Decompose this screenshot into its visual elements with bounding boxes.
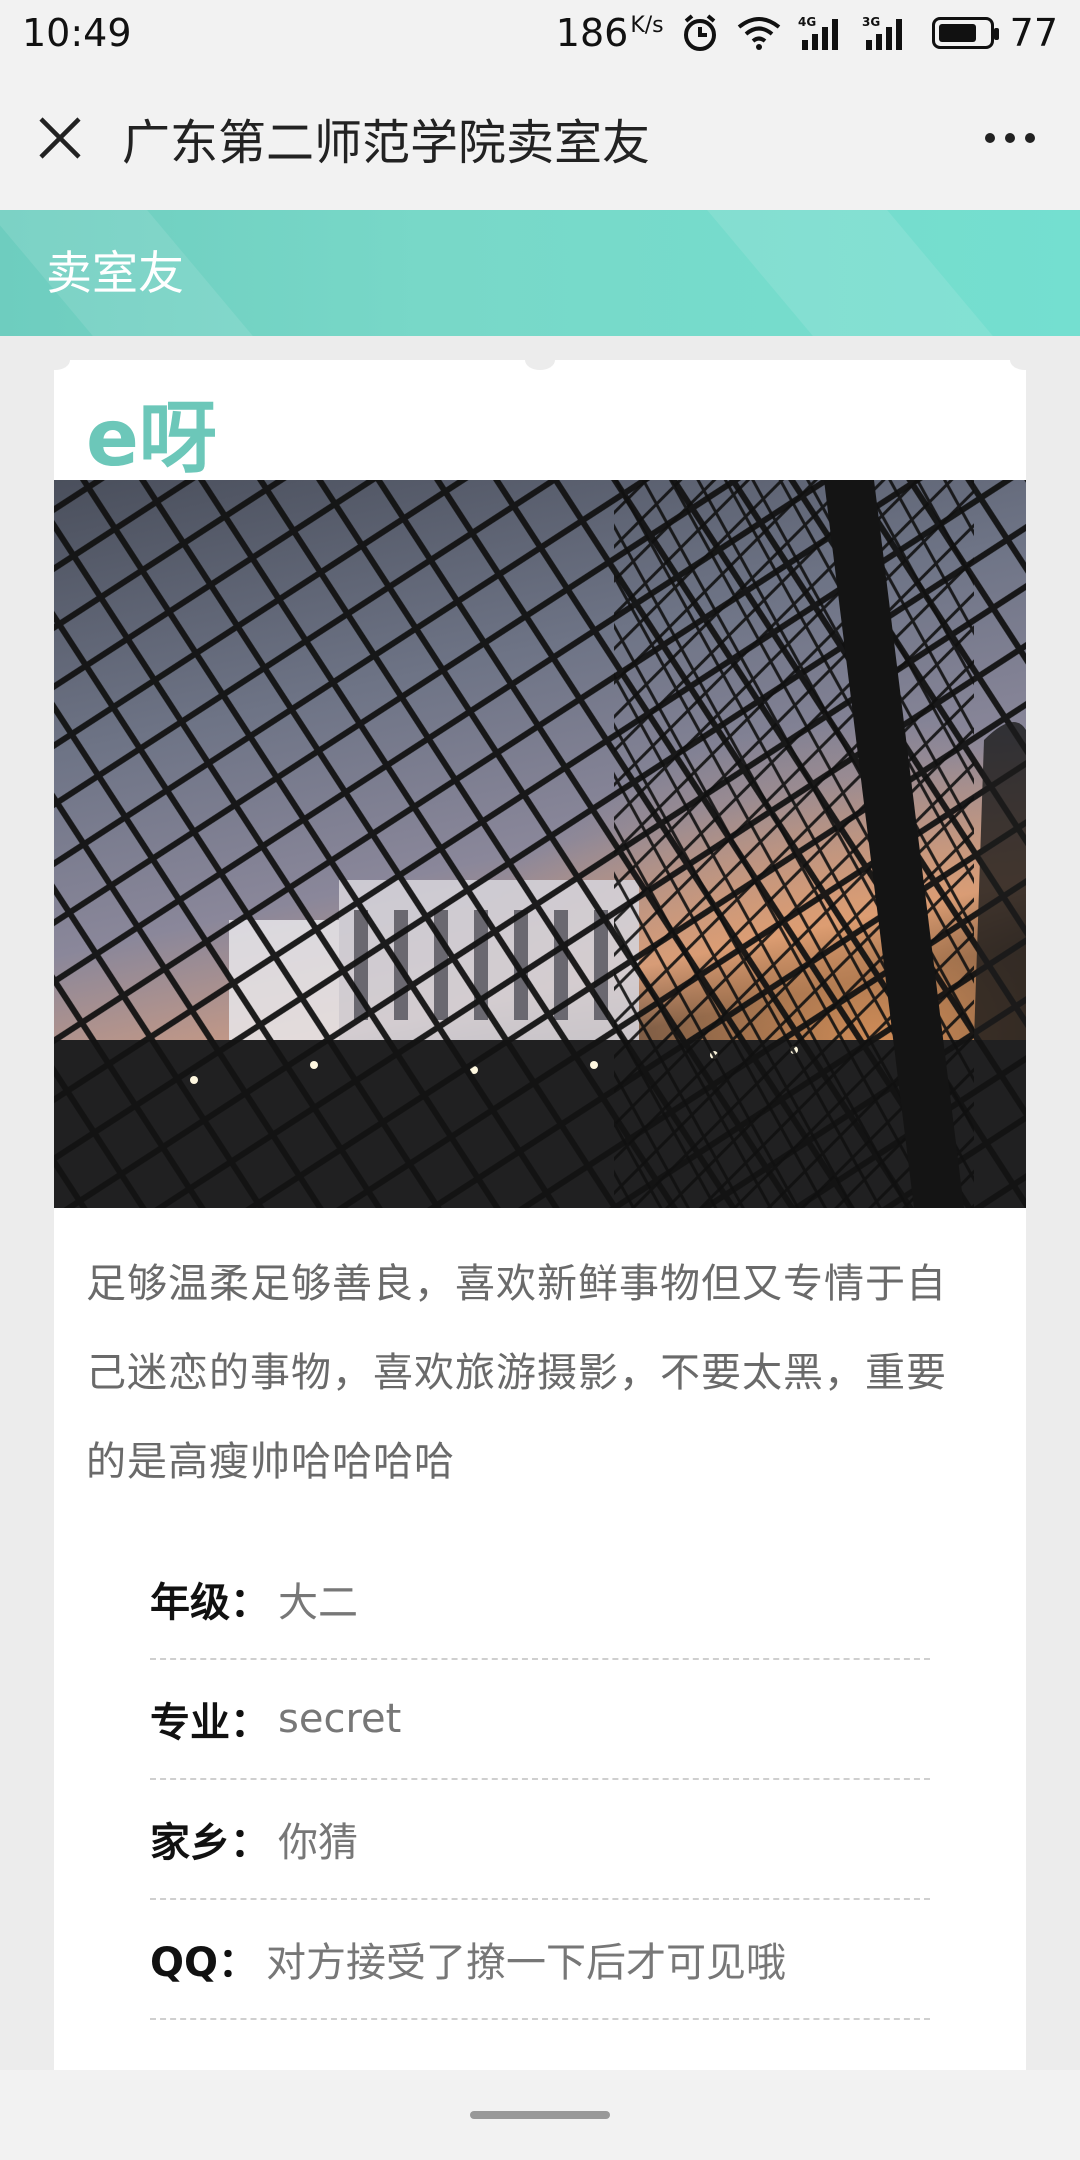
description-line: 足够温柔足够善良，喜欢新鲜事物但又专情于自 [86, 1261, 947, 1307]
info-label: 专业： [150, 1700, 270, 1746]
card-notch [525, 350, 555, 370]
status-bar: 10:49 186K/s 4G 3G 77 [0, 0, 1080, 66]
system-nav-bar [0, 2070, 1080, 2160]
close-icon [39, 117, 81, 159]
more-button[interactable] [970, 108, 1050, 168]
page-title: 广东第二师范学院卖室友 [122, 115, 651, 171]
close-button[interactable] [30, 108, 90, 168]
card-notch [1010, 350, 1040, 370]
banner-title: 卖室友 [46, 246, 184, 300]
info-value: 对方接受了撩一下后才可见哦 [266, 1940, 787, 1986]
status-icons: 186K/s 4G 3G 77 [556, 11, 1058, 55]
info-row-hometown: 家乡： 你猜 [150, 1780, 930, 1900]
status-time: 10:49 [22, 11, 132, 55]
more-dot [1005, 133, 1015, 143]
info-row-major: 专业： secret [150, 1660, 930, 1780]
signal-3g-icon: 3G [862, 14, 910, 52]
battery-percent: 77 [1009, 11, 1058, 55]
card-notch [40, 350, 70, 370]
info-row-grade: 年级： 大二 [150, 1540, 930, 1660]
description-line: 的是高瘦帅哈哈哈哈 [86, 1439, 455, 1485]
app-header: 广东第二师范学院卖室友 [0, 66, 1080, 210]
profile-photo[interactable] [54, 480, 1026, 1208]
more-dot [1025, 133, 1035, 143]
profile-description: 足够温柔足够善良，喜欢新鲜事物但又专情于自 己迷恋的事物，喜欢旅游摄影，不要太黑… [86, 1240, 996, 1507]
info-label: 年级： [150, 1580, 270, 1626]
info-row-qq: QQ： 对方接受了撩一下后才可见哦 [150, 1900, 930, 2020]
profile-info-list: 年级： 大二 专业： secret 家乡： 你猜 QQ： 对方接受了撩一下后才可… [150, 1540, 930, 2020]
wifi-icon [736, 15, 782, 51]
chain-link-fence-sunset-photo [54, 480, 1026, 1208]
net-speed-unit: K/s [630, 13, 664, 39]
network-4g-label: 4G [798, 15, 816, 29]
banner-stripe [707, 210, 993, 336]
info-label: QQ： [150, 1940, 259, 1986]
battery-icon [931, 17, 999, 49]
alarm-icon [680, 13, 720, 53]
more-dots-icon [985, 133, 995, 143]
network-3g-label: 3G [862, 15, 880, 29]
description-line: 己迷恋的事物，喜欢旅游摄影，不要太黑，重要 [86, 1350, 947, 1396]
info-value: 你猜 [278, 1820, 358, 1866]
signal-4g-icon: 4G [798, 14, 846, 52]
section-banner: 卖室友 [0, 210, 1080, 336]
info-value: 大二 [278, 1580, 358, 1626]
info-value: secret [278, 1696, 402, 1742]
net-speed-value: 186 [555, 11, 629, 55]
home-indicator[interactable] [470, 2111, 610, 2119]
battery-fill [938, 24, 976, 42]
info-label: 家乡： [150, 1820, 270, 1866]
profile-card: e呀 足够温柔足够善良，喜欢新鲜事物但又专情于自 己迷恋的事物，喜欢旅游摄影，不… [40, 350, 1040, 2070]
net-speed: 186K/s [556, 11, 664, 55]
profile-name: e呀 [86, 394, 217, 484]
